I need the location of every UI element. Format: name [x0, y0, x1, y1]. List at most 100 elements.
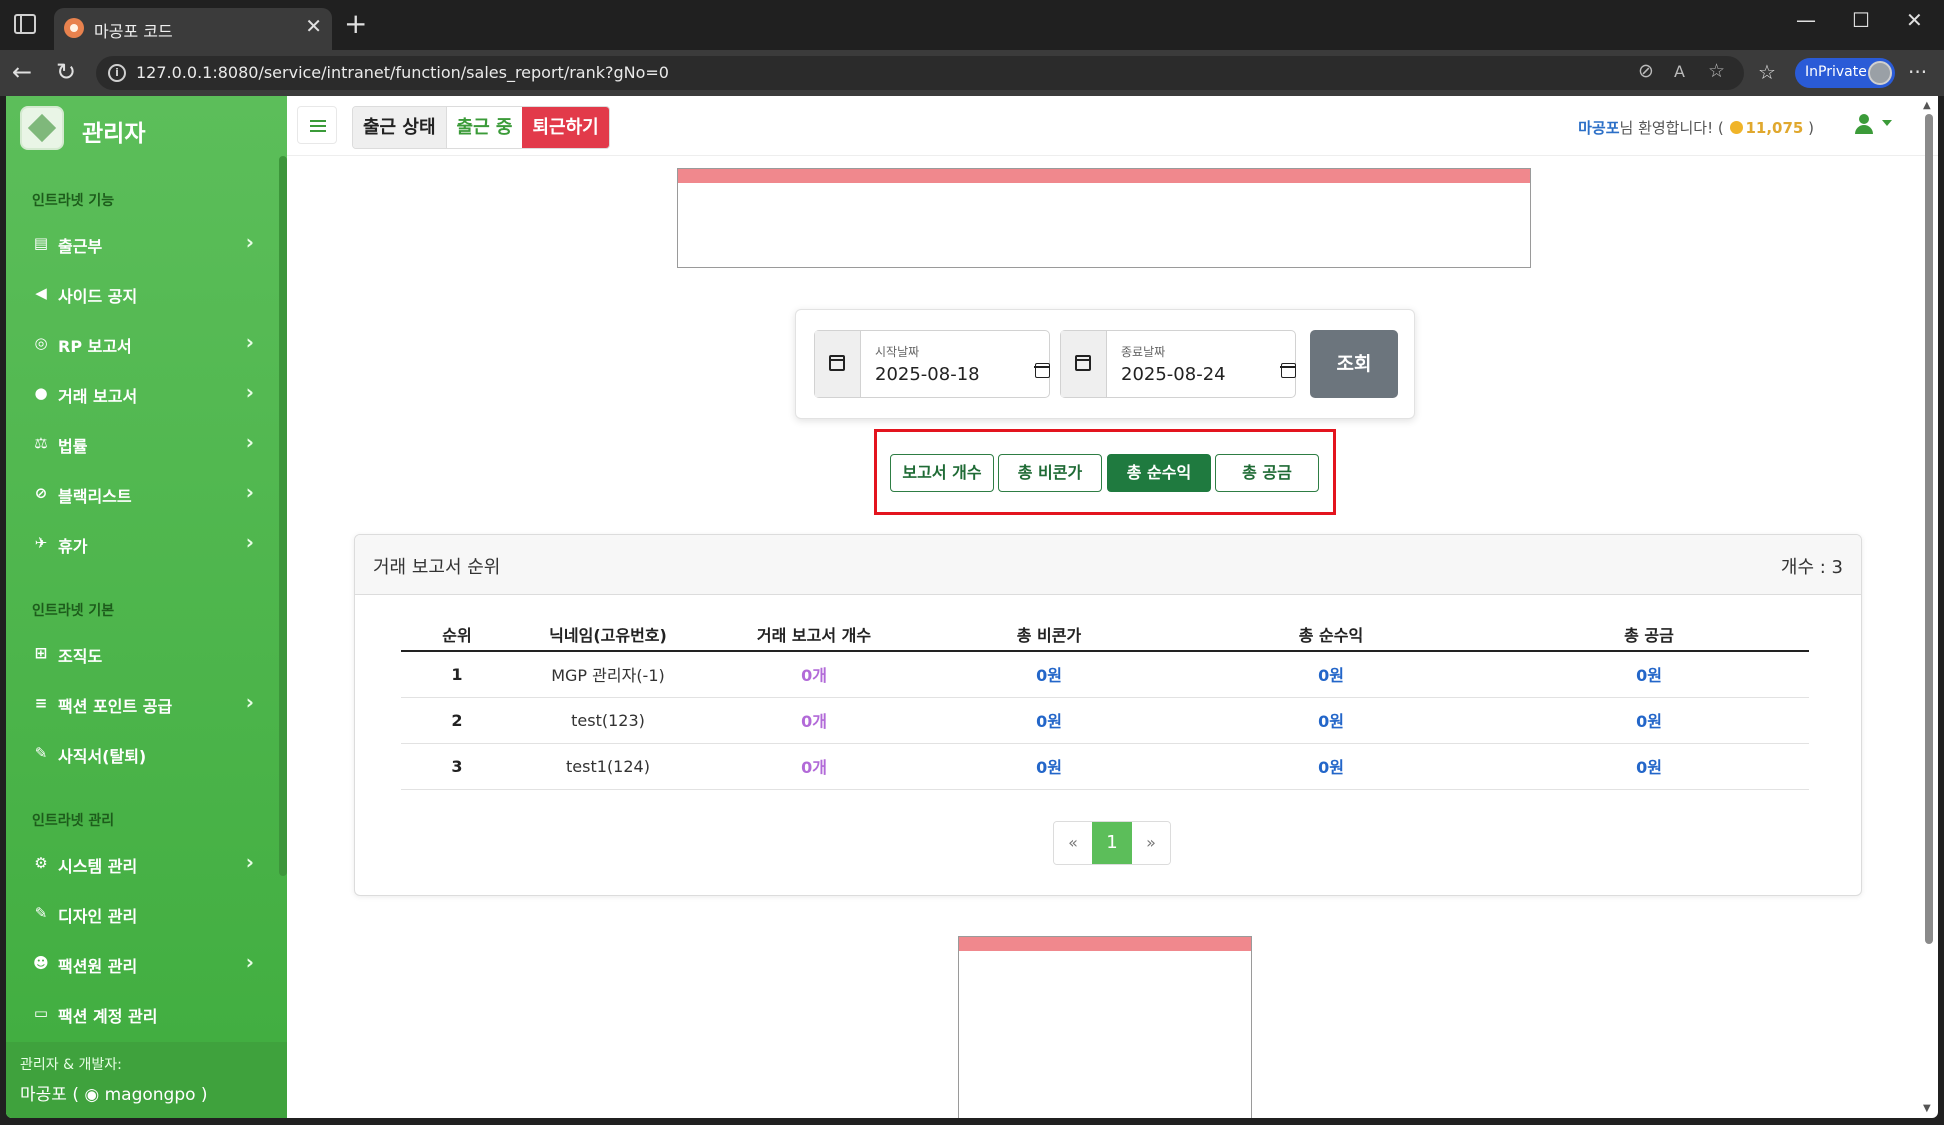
scroll-up-icon[interactable]: ▲	[1923, 100, 1931, 111]
sidebar-item-vacation[interactable]: ✈ 휴가 ›	[32, 530, 254, 560]
welcome-message: 마공포님 환영합니다! ( 11,075 )	[1578, 117, 1814, 138]
sidebar-item-member-admin[interactable]: ☻ 팩션원 관리 ›	[32, 950, 254, 980]
id-card-icon: ▭	[33, 1004, 49, 1022]
query-button[interactable]: 조회	[1310, 330, 1398, 398]
browser-tabbar: 마공포 코드 ✕ + — ☐ ✕	[0, 0, 1944, 50]
start-date-field[interactable]: 시작날짜 2025-08-18	[814, 330, 1050, 398]
sitemap-icon: ⊞	[34, 644, 48, 662]
attendance-group: 출근 상태 출근 중 퇴근하기	[352, 106, 610, 149]
sidebar-item-rp-report[interactable]: ◎ RP 보고서 ›	[32, 330, 254, 360]
chevron-right-icon: ›	[245, 230, 254, 254]
minimize-icon[interactable]: —	[1796, 10, 1816, 30]
tracking-icon[interactable]: ⊘	[1638, 62, 1654, 81]
sidebar-item-label: 조직도	[58, 647, 103, 666]
chevron-right-icon: ›	[245, 430, 254, 454]
sidebar-item-side-notice[interactable]: ◀ 사이드 공지	[32, 280, 254, 310]
megaphone-icon: ◀	[35, 284, 47, 302]
page-viewport: 관리자 인트라넷 기능 ▤ 출근부 › ◀ 사이드 공지 ◎ RP 보고서 › …	[6, 96, 1938, 1118]
sidebar-footer: 관리자 & 개발자: 마공포 ( ◉ magongpo )	[6, 1042, 287, 1118]
metric-beacon-button[interactable]: 총 비콘가	[998, 454, 1102, 492]
end-date-field[interactable]: 종료날짜 2025-08-24	[1060, 330, 1296, 398]
user-icon[interactable]	[1854, 114, 1874, 134]
report-count-cell: 0개	[703, 743, 925, 790]
end-date-prefix	[1061, 331, 1107, 397]
net-profit-cell: 0원	[1173, 697, 1489, 744]
pager-prev-button[interactable]: «	[1054, 822, 1092, 864]
back-arrow-icon[interactable]: ←	[12, 60, 32, 84]
footer-credit-label: 관리자 & 개발자:	[20, 1057, 122, 1073]
scrollbar-thumb[interactable]	[1925, 114, 1933, 944]
hamburger-icon	[310, 130, 326, 132]
brand-title: 관리자	[82, 121, 146, 147]
attendance-status: 출근 중	[445, 107, 523, 148]
caret-down-icon[interactable]	[1882, 120, 1892, 126]
chevron-right-icon: ›	[245, 950, 254, 974]
metric-net-profit-button[interactable]: 총 순수익	[1107, 454, 1211, 492]
url-input[interactable]: i 127.0.0.1:8080/service/intranet/functi…	[96, 56, 1744, 90]
favorites-icon[interactable]: ☆	[1758, 62, 1776, 82]
scroll-down-icon[interactable]: ▼	[1923, 1103, 1931, 1114]
sidebar-item-design-admin[interactable]: ✎ 디자인 관리	[32, 900, 254, 930]
money-bag-icon: ●	[34, 384, 48, 402]
ranking-table: 순위 닉네임(고유번호) 거래 보고서 개수 총 비콘가 총 순수익 총 공금 …	[401, 617, 1809, 790]
sidebar-item-trade-report[interactable]: ● 거래 보고서 ›	[32, 380, 254, 410]
book-icon: ▤	[33, 234, 49, 252]
inprivate-badge[interactable]: InPrivate	[1795, 58, 1895, 88]
table-header-row: 순위 닉네임(고유번호) 거래 보고서 개수 총 비콘가 총 순수익 총 공금	[401, 617, 1809, 652]
leave-work-button[interactable]: 퇴근하기	[522, 107, 609, 148]
metric-report-count-button[interactable]: 보고서 개수	[890, 454, 994, 492]
new-tab-icon[interactable]: +	[344, 10, 367, 38]
read-aloud-icon[interactable]: A	[1674, 64, 1685, 80]
favorite-star-icon[interactable]: ☆	[1708, 62, 1725, 81]
sidebar-item-attendance[interactable]: ▤ 출근부 ›	[32, 230, 254, 260]
ranking-card: 거래 보고서 순위 개수 : 3 순위 닉네임(고유번호) 거래 보고서 개수 …	[354, 534, 1862, 896]
hamburger-menu-button[interactable]	[297, 106, 337, 144]
start-date-value[interactable]: 2025-08-18	[875, 364, 980, 385]
end-date-value[interactable]: 2025-08-24	[1121, 364, 1226, 385]
public-fund-cell: 0원	[1489, 697, 1809, 744]
sidebar-item-org-chart[interactable]: ⊞ 조직도	[32, 640, 254, 670]
sidebar-item-label: 시스템 관리	[58, 857, 138, 876]
points-value: 11,075	[1745, 119, 1804, 137]
sidebar-item-label: 거래 보고서	[58, 387, 138, 406]
sidebar-item-label: RP 보고서	[58, 337, 132, 356]
ranking-card-header: 거래 보고서 순위 개수 : 3	[355, 535, 1861, 595]
sidebar-item-system-admin[interactable]: ⚙ 시스템 관리 ›	[32, 850, 254, 880]
sidebar-item-faction-points[interactable]: ≡ 팩션 포인트 공급 ›	[32, 690, 254, 720]
sidebar-item-account-admin[interactable]: ▭ 팩션 계정 관리	[32, 1000, 254, 1030]
chevron-right-icon: ›	[245, 850, 254, 874]
user-name: 마공포	[1578, 119, 1620, 137]
welcome-close: )	[1803, 119, 1814, 137]
tab-close-icon[interactable]: ✕	[305, 16, 322, 36]
sidebar-item-law[interactable]: ⚖ 법률 ›	[32, 430, 254, 460]
chevron-right-icon: ›	[245, 330, 254, 354]
calendar-icon	[1075, 355, 1091, 371]
column-header: 총 공금	[1489, 617, 1809, 652]
nickname-cell: test1(124)	[513, 743, 703, 790]
sidebar-item-resignation[interactable]: ✎ 사직서(탈퇴)	[32, 740, 254, 770]
chevron-right-icon: ›	[245, 480, 254, 504]
window-close-icon[interactable]: ✕	[1906, 10, 1923, 30]
browser-tab[interactable]: 마공포 코드 ✕	[54, 8, 332, 50]
maximize-icon[interactable]: ☐	[1852, 10, 1870, 30]
column-header: 닉네임(고유번호)	[513, 617, 703, 652]
beacon-cell: 0원	[925, 651, 1173, 698]
chevron-right-icon: ›	[245, 380, 254, 404]
sidebar-toggle-icon[interactable]	[14, 14, 36, 34]
ad-banner-top	[677, 168, 1531, 268]
more-menu-icon[interactable]: ···	[1908, 60, 1927, 84]
end-date-label: 종료날짜	[1121, 345, 1166, 359]
sidebar-item-blacklist[interactable]: ⊘ 블랙리스트 ›	[32, 480, 254, 510]
chevron-right-icon: ›	[245, 530, 254, 554]
pager-page-button[interactable]: 1	[1092, 822, 1132, 864]
sidebar-scrollbar[interactable]	[279, 156, 287, 876]
refresh-icon[interactable]: ↻	[56, 60, 76, 84]
beacon-cell: 0원	[925, 743, 1173, 790]
users-cog-icon: ☻	[33, 954, 49, 972]
metric-public-fund-button[interactable]: 총 공금	[1215, 454, 1319, 492]
net-profit-cell: 0원	[1173, 743, 1489, 790]
page-scrollbar[interactable]: ▲ ▼	[1922, 100, 1936, 1114]
info-icon[interactable]: i	[108, 64, 126, 82]
public-fund-cell: 0원	[1489, 743, 1809, 790]
pager-next-button[interactable]: »	[1132, 822, 1170, 864]
